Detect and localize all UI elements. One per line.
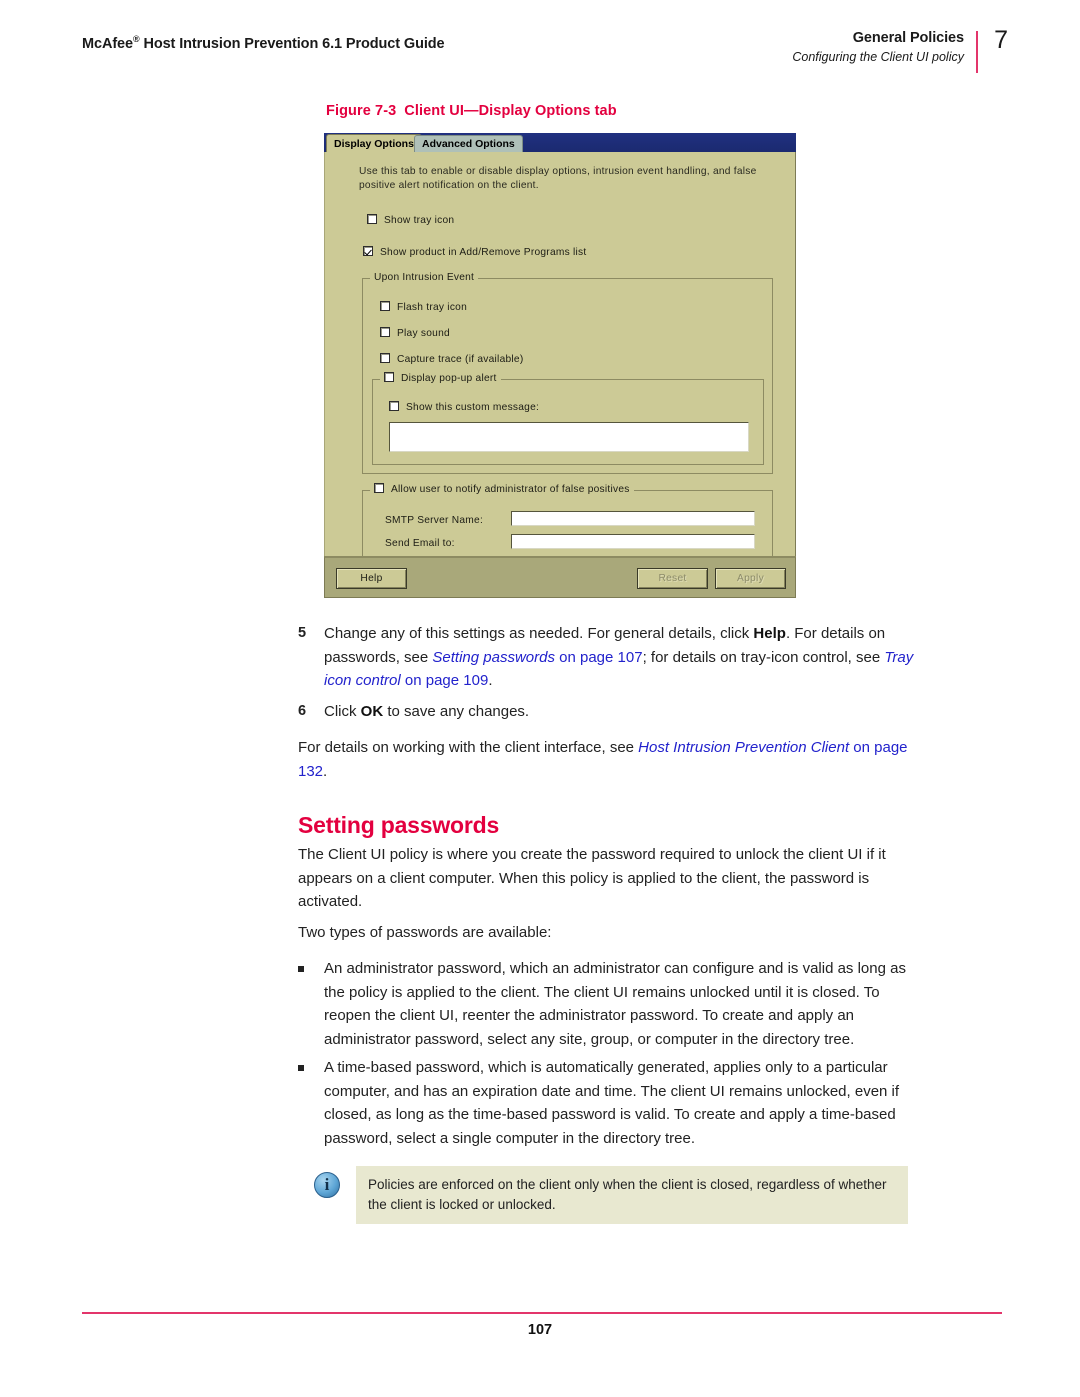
link-host-intrusion-prevention-client[interactable]: Host Intrusion Prevention Client [638,739,849,756]
header-divider [976,31,978,73]
checkbox-row-flash-tray-icon[interactable]: Flash tray icon [380,301,467,313]
checkbox-display-popup-alert[interactable] [384,372,394,382]
bullet-marker-icon [298,1065,304,1071]
page-header: McAfee® Host Intrusion Prevention 6.1 Pr… [82,26,1008,78]
header-chapter-number: 7 [994,26,1008,54]
checkbox-row-play-sound[interactable]: Play sound [380,327,450,339]
dialog-body: Use this tab to enable or disable displa… [324,152,796,562]
checkbox-capture-trace[interactable] [380,353,390,363]
dialog-intro-text: Use this tab to enable or disable displa… [359,166,757,191]
step-5-text: Change any of this settings as needed. F… [324,625,914,689]
header-product-title-rest: Host Intrusion Prevention 6.1 Product Gu… [139,35,445,52]
group-upon-intrusion-event: Upon Intrusion Event Flash tray icon Pla… [362,272,773,474]
header-product-name: McAfee [82,35,133,52]
help-button[interactable]: Help [336,568,407,589]
figure-caption: Figure 7-3 Client UI—Display Options tab [326,103,617,119]
group-title-allow-user-notify[interactable]: Allow user to notify administrator of fa… [370,483,634,495]
section-heading-setting-passwords: Setting passwords [298,812,500,838]
paragraph-two-types: Two types of passwords are available: [298,924,552,941]
step-6-number: 6 [298,703,307,719]
input-smtp-server-name[interactable] [511,511,755,526]
dialog-footer: Help Reset Apply [324,556,796,598]
tab-advanced-options[interactable]: Advanced Options [414,135,523,152]
label-display-popup-alert: Display pop-up alert [401,373,497,384]
paragraph-client-interface: For details on working with the client i… [298,739,908,780]
checkbox-show-tray-icon[interactable] [367,214,377,224]
step-6-ok-keyword: OK [360,703,384,720]
footer-page-number: 107 [527,1322,553,1338]
bullet-time-based-password: A time-based password, which is automati… [298,1056,916,1150]
figure-caption-number: Figure 7-3 [326,103,397,119]
checkbox-row-show-custom-message[interactable]: Show this custom message: [389,401,539,413]
step-6: 6 Click OK to save any changes. [298,700,916,724]
step-5-number: 5 [298,625,307,641]
paragraph-policy-intro: The Client UI policy is where you create… [298,846,886,910]
label-send-email-to: Send Email to: [385,538,455,549]
apply-button[interactable]: Apply [715,568,786,589]
group-title-display-popup-alert[interactable]: Display pop-up alert [380,372,501,384]
label-flash-tray-icon: Flash tray icon [397,302,467,313]
checkbox-row-capture-trace[interactable]: Capture trace (if available) [380,353,523,365]
label-capture-trace: Capture trace (if available) [397,354,524,365]
checkbox-allow-user-notify[interactable] [374,483,384,493]
checkbox-show-product-addremove[interactable] [363,246,373,256]
checkbox-row-show-product-addremove[interactable]: Show product in Add/Remove Programs list [363,246,586,258]
label-show-tray-icon: Show tray icon [384,215,455,226]
bullet-marker-icon [298,966,304,972]
dialog-tabstrip: Display Options Advanced Options [324,133,796,152]
tab-display-options[interactable]: Display Options [326,134,422,152]
link-setting-passwords[interactable]: Setting passwords [432,649,555,666]
group-display-popup-alert: Display pop-up alert Show this custom me… [372,372,764,465]
bullet-time-based-password-text: A time-based password, which is automati… [324,1059,900,1147]
label-allow-user-notify: Allow user to notify administrator of fa… [391,484,630,495]
input-send-email-to[interactable] [511,534,755,549]
label-smtp-server-name: SMTP Server Name: [385,515,484,526]
label-show-product-addremove: Show product in Add/Remove Programs list [380,247,587,258]
reset-button[interactable]: Reset [637,568,708,589]
client-ui-dialog-screenshot: Display Options Advanced Options Use thi… [324,133,796,598]
bullet-administrator-password-text: An administrator password, which an admi… [324,960,906,1048]
group-allow-user-notify: Allow user to notify administrator of fa… [362,483,773,562]
header-chapter: General Policies [852,30,964,46]
link-tray-icon-control-page[interactable]: on page 109 [401,672,488,689]
group-title-upon-intrusion-event: Upon Intrusion Event [370,272,479,283]
label-play-sound: Play sound [397,328,450,339]
footer-divider [82,1312,1002,1314]
custom-message-textarea[interactable] [389,422,749,452]
step-6-text: Click OK to save any changes. [324,703,530,720]
note-callout: Policies are enforced on the client only… [356,1166,908,1224]
step-5-help-keyword: Help [753,625,786,642]
checkbox-row-show-tray-icon[interactable]: Show tray icon [367,214,454,226]
checkbox-play-sound[interactable] [380,327,390,337]
checkbox-show-custom-message[interactable] [389,401,399,411]
header-section: Configuring the Client UI policy [792,50,964,64]
bullet-administrator-password: An administrator password, which an admi… [298,957,916,1051]
link-setting-passwords-page[interactable]: on page 107 [555,649,642,666]
label-show-custom-message: Show this custom message: [406,402,540,413]
header-product-title: McAfee® Host Intrusion Prevention 6.1 Pr… [82,34,445,52]
checkbox-flash-tray-icon[interactable] [380,301,390,311]
step-5: 5 Change any of this settings as needed.… [298,622,916,693]
figure-caption-text: Client UI—Display Options tab [404,103,617,119]
header-right-block: General Policies Configuring the Client … [792,30,964,64]
info-icon: i [314,1172,340,1198]
